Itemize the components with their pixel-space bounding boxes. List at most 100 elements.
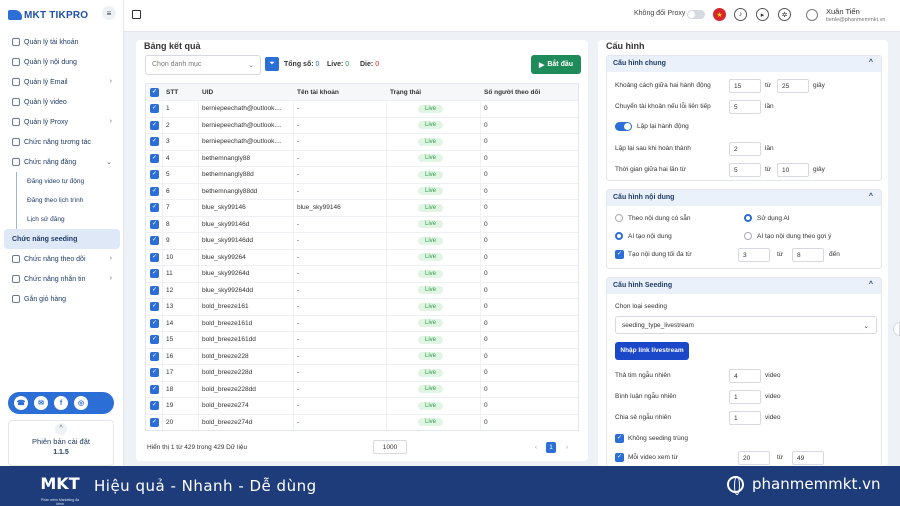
sidebar-item-interaction[interactable]: Chức năng tương tác bbox=[4, 132, 120, 152]
row-checkbox[interactable]: ✓ bbox=[150, 170, 159, 180]
delay-from-input[interactable]: 15 bbox=[729, 79, 761, 93]
sidebar-item-proxy[interactable]: Quản lý Proxy › bbox=[4, 112, 120, 132]
table-row[interactable]: ✓ 13 bold_breeze161 - Live 0 bbox=[146, 299, 578, 316]
row-checkbox[interactable]: ✓ bbox=[150, 120, 159, 130]
wait-to-input[interactable]: 10 bbox=[777, 163, 809, 177]
row-checkbox[interactable]: ✓ bbox=[150, 318, 159, 328]
comment-random-input[interactable]: 1 bbox=[729, 390, 761, 404]
row-checkbox[interactable]: ✓ bbox=[150, 252, 159, 262]
row-checkbox[interactable]: ✓ bbox=[150, 368, 159, 378]
table-row[interactable]: ✓ 6 bethemnangly88dd - Live 0 bbox=[146, 184, 578, 200]
start-button[interactable]: ▶ Bắt đầu bbox=[531, 55, 581, 74]
gear-icon[interactable]: ✲ bbox=[778, 8, 791, 21]
seeding-config-header[interactable]: Cấu hình Seeding ^ bbox=[607, 278, 881, 294]
support-icon[interactable]: ☎ bbox=[14, 396, 28, 410]
watch-to-input[interactable]: 49 bbox=[792, 451, 824, 465]
menu-toggle-button[interactable]: ≡ bbox=[102, 6, 116, 20]
share-random-input[interactable]: 1 bbox=[729, 411, 761, 425]
table-row[interactable]: ✓ 4 bethemnangly88 - Live 0 bbox=[146, 151, 578, 167]
table-row[interactable]: ✓ 16 bold_breeze228 - Live 0 bbox=[146, 349, 578, 365]
proxy-toggle[interactable] bbox=[687, 10, 705, 19]
facebook-icon[interactable]: f bbox=[54, 396, 68, 410]
repeat-switch[interactable] bbox=[615, 122, 632, 131]
row-checkbox[interactable]: ✓ bbox=[150, 384, 159, 394]
table-row[interactable]: ✓ 15 bold_breeze161dd - Live 0 bbox=[146, 332, 578, 349]
max-to-input[interactable]: 8 bbox=[792, 248, 824, 262]
row-checkbox[interactable]: ✓ bbox=[150, 153, 159, 163]
repeat-after-input[interactable]: 2 bbox=[729, 142, 761, 156]
subitem-post-history[interactable]: Lịch sử đăng bbox=[17, 210, 124, 229]
subitem-auto-post[interactable]: Đăng video tự động bbox=[17, 172, 124, 191]
website-icon[interactable]: ◎ bbox=[74, 396, 88, 410]
brand-logo[interactable]: MKT TIKPRO bbox=[8, 8, 88, 22]
sidebar-item-accounts[interactable]: Quản lý tài khoản bbox=[4, 32, 120, 52]
prev-page-button[interactable]: ‹ bbox=[531, 442, 541, 453]
table-row[interactable]: ✓ 14 bold_breeze161d - Live 0 bbox=[146, 316, 578, 332]
row-checkbox[interactable]: ✓ bbox=[150, 236, 159, 246]
row-checkbox[interactable]: ✓ bbox=[150, 302, 159, 312]
row-checkbox[interactable]: ✓ bbox=[150, 351, 159, 361]
delay-to-input[interactable]: 25 bbox=[777, 79, 809, 93]
table-row[interactable]: ✓ 17 bold_breeze228d - Live 0 bbox=[146, 365, 578, 382]
sidebar-item-content[interactable]: Quản lý nội dung bbox=[4, 52, 120, 72]
category-select[interactable]: Chọn danh mục ⌄ bbox=[145, 55, 261, 75]
next-page-button[interactable]: › bbox=[562, 442, 572, 453]
table-row[interactable]: ✓ 7 blue_sky99146 blue_sky99146 Live 0 bbox=[146, 200, 578, 217]
seeding-type-select[interactable]: seeding_type_livestream ⌄ bbox=[615, 316, 877, 334]
table-row[interactable]: ✓ 2 berniepeechath@outlook.... - Live 0 bbox=[146, 118, 578, 134]
radio-existing-content[interactable] bbox=[615, 214, 623, 222]
import-livestream-button[interactable]: Nhập link livestream bbox=[615, 342, 689, 360]
row-checkbox[interactable]: ✓ bbox=[150, 137, 159, 147]
general-config-header[interactable]: Cấu hình chung ^ bbox=[607, 56, 881, 72]
chevron-up-icon[interactable]: ^ bbox=[869, 193, 873, 200]
page-1-button[interactable]: 1 bbox=[546, 442, 556, 453]
sidebar-item-messaging[interactable]: Chức năng nhắn tin › bbox=[4, 269, 120, 289]
table-row[interactable]: ✓ 18 bold_breeze228dd - Live 0 bbox=[146, 382, 578, 398]
watch-range-checkbox[interactable]: ✓ bbox=[615, 453, 624, 462]
row-checkbox[interactable]: ✓ bbox=[150, 401, 159, 411]
language-flag-icon[interactable]: ★ bbox=[713, 8, 726, 21]
row-checkbox[interactable]: ✓ bbox=[150, 219, 159, 229]
page-size-select[interactable]: 1000 bbox=[373, 440, 407, 454]
bell-icon[interactable]: ♪ bbox=[734, 8, 747, 21]
row-checkbox[interactable]: ✓ bbox=[150, 335, 159, 345]
subitem-schedule-post[interactable]: Đăng theo lịch trình bbox=[17, 191, 124, 210]
chevron-up-icon[interactable]: ^ bbox=[869, 59, 873, 66]
avatar[interactable] bbox=[806, 9, 818, 21]
sidebar-item-email[interactable]: Quản lý Email › bbox=[4, 72, 120, 92]
table-row[interactable]: ✓ 8 blue_sky99146d - Live 0 bbox=[146, 217, 578, 233]
chevron-up-icon[interactable]: ^ bbox=[55, 423, 67, 435]
select-all-checkbox[interactable]: ✓ bbox=[150, 87, 159, 97]
row-checkbox[interactable]: ✓ bbox=[150, 186, 159, 196]
sidebar-item-follow[interactable]: Chức năng theo dõi › bbox=[4, 249, 120, 269]
table-row[interactable]: ✓ 5 bethemnangly88d - Live 0 bbox=[146, 167, 578, 184]
row-checkbox[interactable]: ✓ bbox=[150, 269, 159, 279]
row-checkbox[interactable]: ✓ bbox=[150, 417, 159, 427]
filter-icon[interactable]: ⏷ bbox=[265, 57, 279, 71]
table-row[interactable]: ✓ 9 blue_sky99146dd - Live 0 bbox=[146, 233, 578, 250]
sidebar-item-cart[interactable]: Gắn giỏ hàng bbox=[4, 289, 120, 309]
row-checkbox[interactable]: ✓ bbox=[150, 203, 159, 213]
table-row[interactable]: ✓ 11 blue_sky99264d - Live 0 bbox=[146, 266, 578, 283]
sidebar-item-seeding[interactable]: Chức năng seeding bbox=[4, 229, 120, 249]
chevron-up-icon[interactable]: ^ bbox=[869, 281, 873, 288]
play-icon[interactable]: ▸ bbox=[756, 8, 769, 21]
row-checkbox[interactable]: ✓ bbox=[150, 104, 159, 114]
side-drawer-handle[interactable] bbox=[893, 322, 900, 336]
sidebar-item-video[interactable]: Quản lý video bbox=[4, 92, 120, 112]
watch-from-input[interactable]: 20 bbox=[738, 451, 770, 465]
radio-ai-create[interactable] bbox=[615, 232, 623, 240]
row-checkbox[interactable]: ✓ bbox=[150, 285, 159, 295]
wait-from-input[interactable]: 5 bbox=[729, 163, 761, 177]
panel-toggle-icon[interactable] bbox=[132, 10, 141, 19]
table-row[interactable]: ✓ 10 blue_sky99264 - Live 0 bbox=[146, 250, 578, 266]
table-row[interactable]: ✓ 19 bold_breeze274 - Live 0 bbox=[146, 398, 578, 415]
radio-ai-suggest[interactable] bbox=[744, 232, 752, 240]
max-from-input[interactable]: 3 bbox=[738, 248, 770, 262]
table-row[interactable]: ✓ 1 berniepeechath@outlook.... - Live 0 bbox=[146, 101, 578, 118]
content-config-header[interactable]: Cấu hình nội dung ^ bbox=[607, 190, 881, 206]
table-row[interactable]: ✓ 12 blue_sky99264dd - Live 0 bbox=[146, 283, 578, 299]
no-duplicate-checkbox[interactable]: ✓ bbox=[615, 434, 624, 443]
sidebar-item-posting[interactable]: Chức năng đăng ⌄ bbox=[4, 152, 120, 172]
table-row[interactable]: ✓ 3 berniepeechath@outlook.... - Live 0 bbox=[146, 134, 578, 151]
